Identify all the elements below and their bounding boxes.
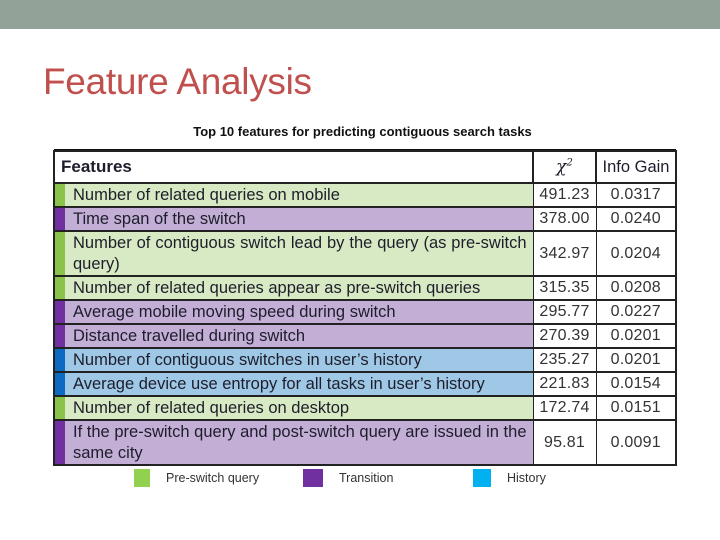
- header-info-gain: Info Gain: [595, 150, 677, 184]
- table-row: If the pre-switch query and post-switch …: [53, 419, 677, 466]
- feature-name: Number of contiguous switch lead by the …: [65, 230, 533, 277]
- legend-label: Pre-switch query: [166, 471, 260, 485]
- table-row: Average device use entropy for all tasks…: [53, 371, 677, 397]
- legend-swatch-pre-switch: [134, 469, 150, 487]
- header-chi-sup: 2: [566, 157, 573, 169]
- category-marker-history: [53, 371, 65, 397]
- table-row: Number of contiguous switch lead by the …: [53, 230, 677, 277]
- info-gain-value: 0.0204: [595, 230, 677, 277]
- chi2-value: 342.97: [532, 230, 597, 277]
- header-chi-base: χ: [556, 157, 567, 177]
- table-header-row: Features χ2 Info Gain: [53, 150, 677, 184]
- chi2-value: 315.35: [532, 275, 597, 301]
- table-row: Number of related queries on desktop 172…: [53, 395, 677, 421]
- chi2-value: 270.39: [532, 323, 597, 349]
- chi2-value: 491.23: [532, 182, 597, 208]
- category-marker-transition: [53, 206, 65, 232]
- table-row: Number of contiguous switches in user’s …: [53, 347, 677, 373]
- legend: Pre-switch query Transition History: [0, 469, 720, 489]
- header-chi-squared: χ2: [532, 150, 597, 184]
- slide-top-bar: [0, 0, 720, 29]
- feature-name: Number of contiguous switches in user’s …: [65, 347, 533, 373]
- legend-label: History: [507, 471, 546, 485]
- chi2-value: 378.00: [532, 206, 597, 232]
- category-marker-pre-switch: [53, 230, 65, 277]
- feature-name: Number of related queries appear as pre-…: [65, 275, 533, 301]
- chi2-value: 295.77: [532, 299, 597, 325]
- legend-swatch-transition: [303, 469, 323, 487]
- table-row: Number of related queries appear as pre-…: [53, 275, 677, 301]
- slide-title: Feature Analysis: [43, 61, 312, 102]
- chi2-value: 235.27: [532, 347, 597, 373]
- feature-name: Number of related queries on mobile: [65, 182, 533, 208]
- legend-item-history: History: [473, 469, 546, 487]
- category-marker-pre-switch: [53, 275, 65, 301]
- info-gain-value: 0.0201: [595, 323, 677, 349]
- info-gain-value: 0.0227: [595, 299, 677, 325]
- table-row: Average mobile moving speed during switc…: [53, 299, 677, 325]
- table-row: Distance travelled during switch 270.39 …: [53, 323, 677, 349]
- info-gain-value: 0.0091: [595, 419, 677, 466]
- legend-item-pre-switch: Pre-switch query: [134, 469, 259, 487]
- info-gain-value: 0.0201: [595, 347, 677, 373]
- info-gain-value: 0.0317: [595, 182, 677, 208]
- category-marker-transition: [53, 323, 65, 349]
- table-row: Number of related queries on mobile 491.…: [53, 182, 677, 208]
- legend-swatch-history: [473, 469, 491, 487]
- table-row: Time span of the switch 378.00 0.0240: [53, 206, 677, 232]
- feature-name: Average device use entropy for all tasks…: [65, 371, 533, 397]
- category-marker-transition: [53, 419, 65, 466]
- feature-name: Time span of the switch: [65, 206, 533, 232]
- category-marker-pre-switch: [53, 182, 65, 208]
- chi2-value: 221.83: [532, 371, 597, 397]
- chi2-value: 95.81: [532, 419, 597, 466]
- feature-name: Number of related queries on desktop: [65, 395, 533, 421]
- feature-name: Distance travelled during switch: [65, 323, 533, 349]
- chi2-value: 172.74: [532, 395, 597, 421]
- info-gain-value: 0.0208: [595, 275, 677, 301]
- feature-table: Features χ2 Info Gain Number of related …: [53, 150, 677, 466]
- feature-name: If the pre-switch query and post-switch …: [65, 419, 533, 466]
- info-gain-value: 0.0240: [595, 206, 677, 232]
- info-gain-value: 0.0154: [595, 371, 677, 397]
- legend-item-transition: Transition: [303, 469, 393, 487]
- category-marker-pre-switch: [53, 395, 65, 421]
- category-marker-transition: [53, 299, 65, 325]
- legend-label: Transition: [339, 471, 394, 485]
- feature-name: Average mobile moving speed during switc…: [65, 299, 533, 325]
- category-marker-history: [53, 347, 65, 373]
- info-gain-value: 0.0151: [595, 395, 677, 421]
- table-caption: Top 10 features for predicting contiguou…: [193, 124, 532, 139]
- header-features: Features: [53, 150, 533, 184]
